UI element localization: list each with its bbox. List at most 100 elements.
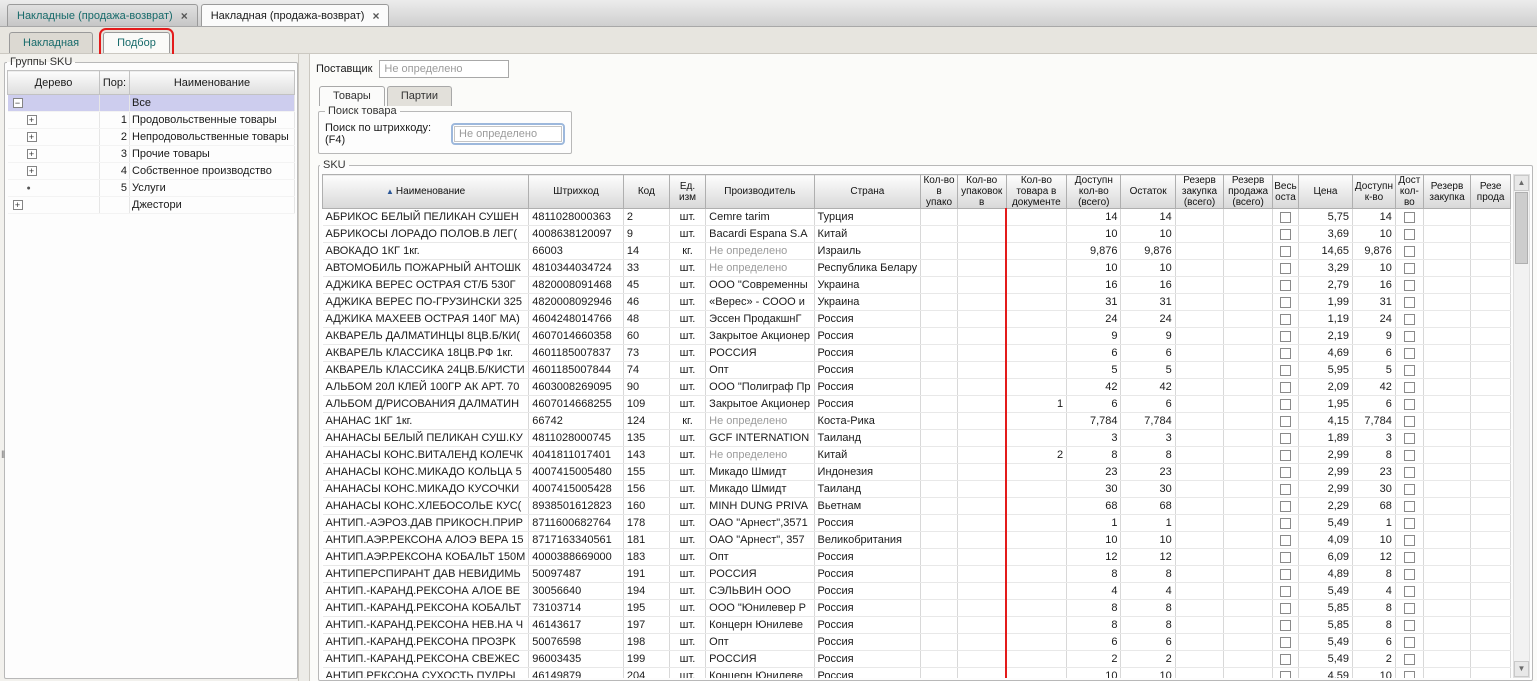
checkbox[interactable] [1404,331,1415,342]
product-tab[interactable]: Товары [319,86,385,106]
checkbox[interactable] [1280,263,1291,274]
checkbox[interactable] [1404,654,1415,665]
column-header[interactable]: Дост кол-во [1395,175,1423,209]
column-header[interactable]: Весь оста [1272,175,1298,209]
column-header[interactable]: Доступн кол-во (всего) [1067,175,1121,209]
close-icon[interactable]: × [372,11,379,21]
column-header[interactable]: Кол-во упаковок в [957,175,1006,209]
checkbox[interactable] [1404,467,1415,478]
checkbox[interactable] [1280,399,1291,410]
panel-splitter[interactable] [298,54,310,681]
table-row[interactable]: АКВАРЕЛЬ КЛАССИКА 24ЦВ.Б/КИСТИ4601185007… [323,362,1511,379]
checkbox[interactable] [1404,348,1415,359]
close-icon[interactable]: × [181,11,188,21]
order-column-header[interactable]: Пор: [100,71,130,95]
checkbox[interactable] [1404,229,1415,240]
checkbox[interactable] [1280,552,1291,563]
expand-icon[interactable]: + [27,149,37,159]
checkbox[interactable] [1404,280,1415,291]
table-row[interactable]: АВОКАДО 1КГ 1кг.6600314кг.Не определеноИ… [323,243,1511,260]
column-header[interactable]: Резерв продажа (всего) [1224,175,1273,209]
checkbox[interactable] [1404,416,1415,427]
table-row[interactable]: АКВАРЕЛЬ ДАЛМАТИНЦЫ 8ЦВ.Б/КИ(46070146603… [323,328,1511,345]
column-header[interactable]: Цена [1298,175,1352,209]
sku-group-row[interactable]: +Джестори [8,197,295,214]
checkbox[interactable] [1280,229,1291,240]
sku-group-row[interactable]: +2Непродовольственные товары [8,129,295,146]
checkbox[interactable] [1280,297,1291,308]
collapse-icon[interactable]: − [13,98,23,108]
checkbox[interactable] [1280,212,1291,223]
checkbox[interactable] [1280,365,1291,376]
sku-group-row[interactable]: +1Продовольственные товары [8,112,295,129]
checkbox[interactable] [1404,586,1415,597]
table-row[interactable]: АНТИП.-КАРАНД.РЕКСОНА ПРОЗРК50076598198ш… [323,634,1511,651]
checkbox[interactable] [1280,331,1291,342]
expand-icon[interactable]: + [13,200,23,210]
table-row[interactable]: АВТОМОБИЛЬ ПОЖАРНЫЙ АНТОШК48103440347243… [323,260,1511,277]
table-row[interactable]: АНАНАСЫ КОНС.ХЛЕБОСОЛЬЕ КУС(893850161282… [323,498,1511,515]
sku-group-row[interactable]: +4Собственное производство [8,163,295,180]
name-column-header[interactable]: Наименование [130,71,295,95]
checkbox[interactable] [1280,382,1291,393]
vertical-scrollbar[interactable]: ▲ ▼ [1513,174,1530,678]
column-header[interactable]: Резе прода [1471,175,1511,209]
tree-column-header[interactable]: Дерево [8,71,100,95]
table-row[interactable]: АНАНАС 1КГ 1кг.66742124кг.Не определеноК… [323,413,1511,430]
table-row[interactable]: АНТИП.-АЭРОЗ.ДАВ ПРИКОСН.ПРИР87116006827… [323,515,1511,532]
column-header[interactable]: Код [623,175,669,209]
checkbox[interactable] [1404,620,1415,631]
scrollbar-thumb[interactable] [1515,192,1528,264]
doc-tab[interactable]: Подбор [103,32,170,53]
column-header[interactable]: Доступн к-во [1353,175,1396,209]
scroll-up-button[interactable]: ▲ [1514,175,1529,191]
column-header[interactable]: Страна [814,175,921,209]
checkbox[interactable] [1280,314,1291,325]
checkbox[interactable] [1280,586,1291,597]
checkbox[interactable] [1280,637,1291,648]
column-header[interactable]: Кол-во товара в документе [1006,175,1067,209]
column-header[interactable]: Резерв закупка (всего) [1175,175,1223,209]
scroll-down-button[interactable]: ▼ [1514,661,1529,677]
supplier-input[interactable] [379,60,509,78]
checkbox[interactable] [1280,535,1291,546]
column-header[interactable]: Остаток [1121,175,1175,209]
table-row[interactable]: АНТИП.РЕКСОНА СУХОСТЬ ПУДРЫ46149879204шт… [323,668,1511,679]
checkbox[interactable] [1404,603,1415,614]
table-row[interactable]: АБРИКОС БЕЛЫЙ ПЕЛИКАН СУШЕН4811028000363… [323,209,1511,226]
checkbox[interactable] [1280,620,1291,631]
checkbox[interactable] [1404,450,1415,461]
checkbox[interactable] [1404,535,1415,546]
table-row[interactable]: АНТИП.АЭР.РЕКСОНА КОБАЛЬТ 150М4000388669… [323,549,1511,566]
checkbox[interactable] [1280,484,1291,495]
expand-icon[interactable]: + [27,115,37,125]
table-row[interactable]: АНАНАСЫ КОНС.МИКАДО КУСОЧКИ4007415005428… [323,481,1511,498]
checkbox[interactable] [1280,416,1291,427]
column-header[interactable]: ▲Наименование [323,175,529,209]
column-header[interactable]: Кол-во в упако [921,175,958,209]
window-tab[interactable]: Накладная (продажа-возврат)× [201,4,390,26]
table-row[interactable]: АНАНАСЫ БЕЛЫЙ ПЕЛИКАН СУШ.КУ481102800074… [323,430,1511,447]
table-row[interactable]: АДЖИКА ВЕРЕС ОСТРАЯ СТ/Б 530Г48200080914… [323,277,1511,294]
table-row[interactable]: АКВАРЕЛЬ КЛАССИКА 18ЦВ.РФ 1кг.4601185007… [323,345,1511,362]
checkbox[interactable] [1404,433,1415,444]
sku-group-row[interactable]: +3Прочие товары [8,146,295,163]
table-row[interactable]: АНТИП.-КАРАНД.РЕКСОНА АЛОЕ ВЕ30056640194… [323,583,1511,600]
column-header[interactable]: Резерв закупка [1423,175,1471,209]
checkbox[interactable] [1280,569,1291,580]
checkbox[interactable] [1280,280,1291,291]
checkbox[interactable] [1404,501,1415,512]
checkbox[interactable] [1404,314,1415,325]
checkbox[interactable] [1404,212,1415,223]
checkbox[interactable] [1280,433,1291,444]
product-tab[interactable]: Партии [387,86,452,106]
checkbox[interactable] [1280,518,1291,529]
sku-group-row[interactable]: ●5Услуги [8,180,295,197]
expand-icon[interactable]: + [27,132,37,142]
checkbox[interactable] [1404,569,1415,580]
checkbox[interactable] [1280,450,1291,461]
checkbox[interactable] [1404,552,1415,563]
checkbox[interactable] [1280,246,1291,257]
checkbox[interactable] [1404,263,1415,274]
checkbox[interactable] [1404,518,1415,529]
